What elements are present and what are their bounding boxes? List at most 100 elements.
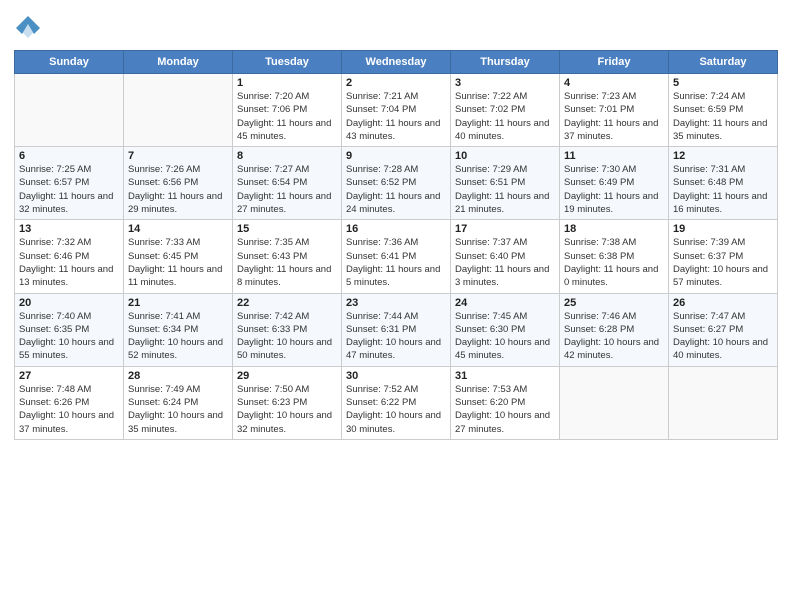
day-info: Sunrise: 7:27 AM Sunset: 6:54 PM Dayligh… [237, 163, 337, 216]
day-number: 16 [346, 223, 446, 235]
day-number: 12 [673, 150, 773, 162]
calendar-cell: 11Sunrise: 7:30 AM Sunset: 6:49 PM Dayli… [560, 147, 669, 220]
calendar-cell: 13Sunrise: 7:32 AM Sunset: 6:46 PM Dayli… [15, 220, 124, 293]
day-number: 20 [19, 297, 119, 309]
day-info: Sunrise: 7:24 AM Sunset: 6:59 PM Dayligh… [673, 90, 773, 143]
day-number: 1 [237, 77, 337, 89]
day-info: Sunrise: 7:39 AM Sunset: 6:37 PM Dayligh… [673, 236, 773, 289]
day-number: 22 [237, 297, 337, 309]
calendar: SundayMondayTuesdayWednesdayThursdayFrid… [14, 50, 778, 440]
day-info: Sunrise: 7:35 AM Sunset: 6:43 PM Dayligh… [237, 236, 337, 289]
day-info: Sunrise: 7:47 AM Sunset: 6:27 PM Dayligh… [673, 310, 773, 363]
calendar-body: 1Sunrise: 7:20 AM Sunset: 7:06 PM Daylig… [15, 74, 778, 440]
calendar-cell: 31Sunrise: 7:53 AM Sunset: 6:20 PM Dayli… [451, 366, 560, 439]
day-number: 9 [346, 150, 446, 162]
weekday-header: Tuesday [233, 51, 342, 74]
day-info: Sunrise: 7:45 AM Sunset: 6:30 PM Dayligh… [455, 310, 555, 363]
calendar-cell: 28Sunrise: 7:49 AM Sunset: 6:24 PM Dayli… [124, 366, 233, 439]
day-info: Sunrise: 7:28 AM Sunset: 6:52 PM Dayligh… [346, 163, 446, 216]
calendar-cell: 21Sunrise: 7:41 AM Sunset: 6:34 PM Dayli… [124, 293, 233, 366]
weekday-header: Sunday [15, 51, 124, 74]
calendar-cell: 20Sunrise: 7:40 AM Sunset: 6:35 PM Dayli… [15, 293, 124, 366]
calendar-week: 20Sunrise: 7:40 AM Sunset: 6:35 PM Dayli… [15, 293, 778, 366]
weekday-header: Friday [560, 51, 669, 74]
day-number: 4 [564, 77, 664, 89]
day-info: Sunrise: 7:29 AM Sunset: 6:51 PM Dayligh… [455, 163, 555, 216]
calendar-cell [560, 366, 669, 439]
day-info: Sunrise: 7:52 AM Sunset: 6:22 PM Dayligh… [346, 383, 446, 436]
calendar-cell: 22Sunrise: 7:42 AM Sunset: 6:33 PM Dayli… [233, 293, 342, 366]
calendar-week: 6Sunrise: 7:25 AM Sunset: 6:57 PM Daylig… [15, 147, 778, 220]
weekday-header: Wednesday [342, 51, 451, 74]
day-info: Sunrise: 7:30 AM Sunset: 6:49 PM Dayligh… [564, 163, 664, 216]
day-number: 13 [19, 223, 119, 235]
day-info: Sunrise: 7:44 AM Sunset: 6:31 PM Dayligh… [346, 310, 446, 363]
day-number: 23 [346, 297, 446, 309]
day-info: Sunrise: 7:33 AM Sunset: 6:45 PM Dayligh… [128, 236, 228, 289]
calendar-cell: 25Sunrise: 7:46 AM Sunset: 6:28 PM Dayli… [560, 293, 669, 366]
day-info: Sunrise: 7:22 AM Sunset: 7:02 PM Dayligh… [455, 90, 555, 143]
calendar-cell: 15Sunrise: 7:35 AM Sunset: 6:43 PM Dayli… [233, 220, 342, 293]
day-info: Sunrise: 7:23 AM Sunset: 7:01 PM Dayligh… [564, 90, 664, 143]
page-container: SundayMondayTuesdayWednesdayThursdayFrid… [0, 0, 792, 446]
calendar-cell: 29Sunrise: 7:50 AM Sunset: 6:23 PM Dayli… [233, 366, 342, 439]
day-number: 3 [455, 77, 555, 89]
day-info: Sunrise: 7:21 AM Sunset: 7:04 PM Dayligh… [346, 90, 446, 143]
calendar-week: 27Sunrise: 7:48 AM Sunset: 6:26 PM Dayli… [15, 366, 778, 439]
day-number: 18 [564, 223, 664, 235]
calendar-cell: 19Sunrise: 7:39 AM Sunset: 6:37 PM Dayli… [669, 220, 778, 293]
weekday-row: SundayMondayTuesdayWednesdayThursdayFrid… [15, 51, 778, 74]
day-number: 6 [19, 150, 119, 162]
day-info: Sunrise: 7:53 AM Sunset: 6:20 PM Dayligh… [455, 383, 555, 436]
day-number: 15 [237, 223, 337, 235]
day-info: Sunrise: 7:31 AM Sunset: 6:48 PM Dayligh… [673, 163, 773, 216]
calendar-cell [669, 366, 778, 439]
day-number: 30 [346, 370, 446, 382]
calendar-cell: 17Sunrise: 7:37 AM Sunset: 6:40 PM Dayli… [451, 220, 560, 293]
day-info: Sunrise: 7:48 AM Sunset: 6:26 PM Dayligh… [19, 383, 119, 436]
day-info: Sunrise: 7:40 AM Sunset: 6:35 PM Dayligh… [19, 310, 119, 363]
day-info: Sunrise: 7:26 AM Sunset: 6:56 PM Dayligh… [128, 163, 228, 216]
day-number: 10 [455, 150, 555, 162]
day-number: 21 [128, 297, 228, 309]
calendar-week: 1Sunrise: 7:20 AM Sunset: 7:06 PM Daylig… [15, 74, 778, 147]
calendar-cell: 14Sunrise: 7:33 AM Sunset: 6:45 PM Dayli… [124, 220, 233, 293]
calendar-cell: 5Sunrise: 7:24 AM Sunset: 6:59 PM Daylig… [669, 74, 778, 147]
day-info: Sunrise: 7:38 AM Sunset: 6:38 PM Dayligh… [564, 236, 664, 289]
calendar-cell: 18Sunrise: 7:38 AM Sunset: 6:38 PM Dayli… [560, 220, 669, 293]
weekday-header: Thursday [451, 51, 560, 74]
calendar-cell: 9Sunrise: 7:28 AM Sunset: 6:52 PM Daylig… [342, 147, 451, 220]
day-info: Sunrise: 7:49 AM Sunset: 6:24 PM Dayligh… [128, 383, 228, 436]
calendar-cell: 8Sunrise: 7:27 AM Sunset: 6:54 PM Daylig… [233, 147, 342, 220]
day-info: Sunrise: 7:37 AM Sunset: 6:40 PM Dayligh… [455, 236, 555, 289]
day-number: 25 [564, 297, 664, 309]
day-info: Sunrise: 7:36 AM Sunset: 6:41 PM Dayligh… [346, 236, 446, 289]
day-number: 17 [455, 223, 555, 235]
calendar-header: SundayMondayTuesdayWednesdayThursdayFrid… [15, 51, 778, 74]
calendar-cell [15, 74, 124, 147]
weekday-header: Saturday [669, 51, 778, 74]
day-number: 2 [346, 77, 446, 89]
calendar-cell: 23Sunrise: 7:44 AM Sunset: 6:31 PM Dayli… [342, 293, 451, 366]
calendar-cell: 6Sunrise: 7:25 AM Sunset: 6:57 PM Daylig… [15, 147, 124, 220]
calendar-cell: 30Sunrise: 7:52 AM Sunset: 6:22 PM Dayli… [342, 366, 451, 439]
calendar-cell: 12Sunrise: 7:31 AM Sunset: 6:48 PM Dayli… [669, 147, 778, 220]
day-number: 5 [673, 77, 773, 89]
day-number: 28 [128, 370, 228, 382]
day-info: Sunrise: 7:42 AM Sunset: 6:33 PM Dayligh… [237, 310, 337, 363]
day-info: Sunrise: 7:25 AM Sunset: 6:57 PM Dayligh… [19, 163, 119, 216]
day-info: Sunrise: 7:50 AM Sunset: 6:23 PM Dayligh… [237, 383, 337, 436]
calendar-week: 13Sunrise: 7:32 AM Sunset: 6:46 PM Dayli… [15, 220, 778, 293]
header [14, 10, 778, 42]
weekday-header: Monday [124, 51, 233, 74]
day-number: 19 [673, 223, 773, 235]
calendar-cell: 26Sunrise: 7:47 AM Sunset: 6:27 PM Dayli… [669, 293, 778, 366]
day-number: 8 [237, 150, 337, 162]
day-info: Sunrise: 7:32 AM Sunset: 6:46 PM Dayligh… [19, 236, 119, 289]
day-info: Sunrise: 7:20 AM Sunset: 7:06 PM Dayligh… [237, 90, 337, 143]
calendar-cell: 4Sunrise: 7:23 AM Sunset: 7:01 PM Daylig… [560, 74, 669, 147]
calendar-cell: 24Sunrise: 7:45 AM Sunset: 6:30 PM Dayli… [451, 293, 560, 366]
day-number: 14 [128, 223, 228, 235]
logo [14, 14, 44, 42]
day-number: 26 [673, 297, 773, 309]
